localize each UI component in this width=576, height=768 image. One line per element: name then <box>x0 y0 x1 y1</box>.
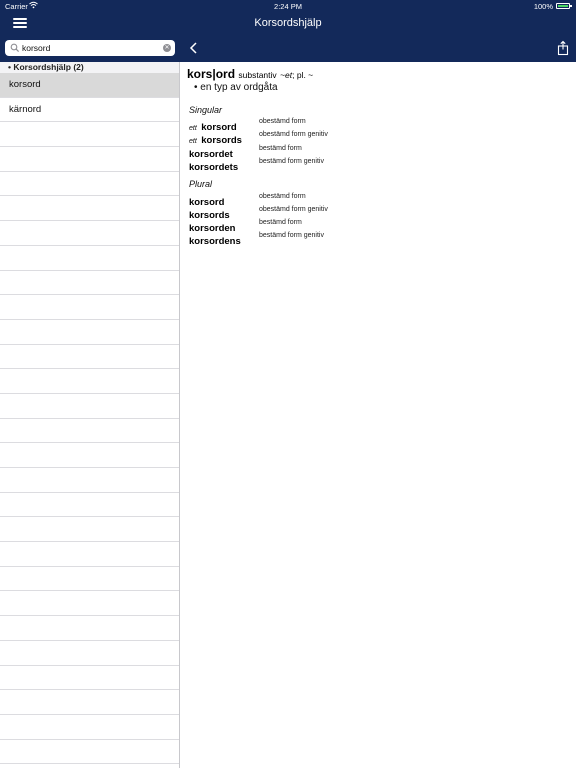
inflection-plural: pl. ~ <box>296 70 314 80</box>
status-bar: Carrier 2:24 PM 100% <box>0 0 576 12</box>
inflection-row: korsorden bestämd form <box>189 218 449 234</box>
group-label-singular: Singular <box>189 105 223 115</box>
empty-list-row <box>0 666 179 691</box>
back-icon[interactable] <box>187 40 201 56</box>
search-input[interactable] <box>22 40 162 56</box>
battery-icon <box>556 3 572 9</box>
empty-list-row <box>0 394 179 419</box>
empty-list-row <box>0 641 179 666</box>
form-description: bestämd form genitiv <box>259 158 324 165</box>
empty-list-row <box>0 369 179 394</box>
clock: 2:24 PM <box>274 2 302 11</box>
empty-list-row <box>0 443 179 468</box>
group-label-plural: Plural <box>189 179 213 189</box>
inflection-row: korsord obestämd form <box>189 192 449 208</box>
results-list: • Korsordshjälp (2) korsord kärnord <box>0 62 180 768</box>
empty-list-row <box>0 295 179 320</box>
empty-list-row <box>0 517 179 543</box>
empty-list-row <box>0 690 179 715</box>
search-icon <box>10 43 20 53</box>
page-title: Korsordshjälp <box>254 17 322 29</box>
empty-list-row <box>0 271 179 296</box>
inflection-main: ~et <box>280 70 293 80</box>
inflection-row: ett korsords obestämd form genitiv <box>189 130 449 146</box>
empty-list-row <box>0 616 179 641</box>
form-description: bestämd form <box>259 145 302 152</box>
empty-list-row <box>0 320 179 345</box>
form-description: obestämd form genitiv <box>259 206 328 213</box>
share-icon[interactable] <box>556 40 570 56</box>
empty-list-row <box>0 122 179 148</box>
form-description: bestämd form genitiv <box>259 232 324 239</box>
word-form: korsordens <box>189 236 241 247</box>
list-item-korsord[interactable]: korsord <box>0 73 179 98</box>
headword: kors|ord <box>187 67 236 81</box>
search-field[interactable]: ✕ <box>5 40 175 56</box>
form-description: obestämd form genitiv <box>259 131 328 138</box>
inflection-row: korsordet bestämd form <box>189 144 449 160</box>
empty-list-row <box>0 196 179 222</box>
empty-list-row <box>0 221 179 246</box>
form-description: obestämd form <box>259 193 306 200</box>
empty-list-row <box>0 567 179 592</box>
inflection-row: ett korsord obestämd form <box>189 117 449 133</box>
form-description: bestämd form <box>259 219 302 226</box>
entry-detail: kors|ord substantiv ~et; pl. ~ • en typ … <box>181 62 576 768</box>
inflection-row: korsordets bestämd form genitiv <box>189 157 449 173</box>
part-of-speech: substantiv <box>238 70 277 80</box>
clear-icon[interactable]: ✕ <box>163 44 171 52</box>
word-form: korsordets <box>189 162 239 173</box>
form-description: obestämd form <box>259 118 306 125</box>
section-header: • Korsordshjälp (2) <box>0 62 179 73</box>
empty-list-row <box>0 172 179 197</box>
empty-list-row <box>0 542 179 567</box>
definition: • en typ av ordgåta <box>194 82 278 93</box>
empty-list-row <box>0 147 179 172</box>
empty-list-row <box>0 740 179 765</box>
empty-list-row <box>0 493 179 518</box>
inflection-row: korsordens bestämd form genitiv <box>189 231 449 247</box>
inflection-separator: ; <box>292 70 295 80</box>
empty-list-row <box>0 468 179 493</box>
empty-list-row <box>0 591 179 617</box>
inflection-row: korsords obestämd form genitiv <box>189 205 449 221</box>
entry-header: kors|ord substantiv ~et; pl. ~ <box>187 67 313 81</box>
list-item-karnord[interactable]: kärnord <box>0 98 179 123</box>
empty-list-row <box>0 764 179 768</box>
battery-percentage: 100% <box>533 2 553 11</box>
empty-list-row <box>0 345 179 370</box>
navigation-header: Carrier 2:24 PM 100% Korsordshjälp ✕ <box>0 0 576 62</box>
empty-list-row <box>0 715 179 740</box>
empty-list-row <box>0 419 179 444</box>
empty-list-row <box>0 246 179 271</box>
